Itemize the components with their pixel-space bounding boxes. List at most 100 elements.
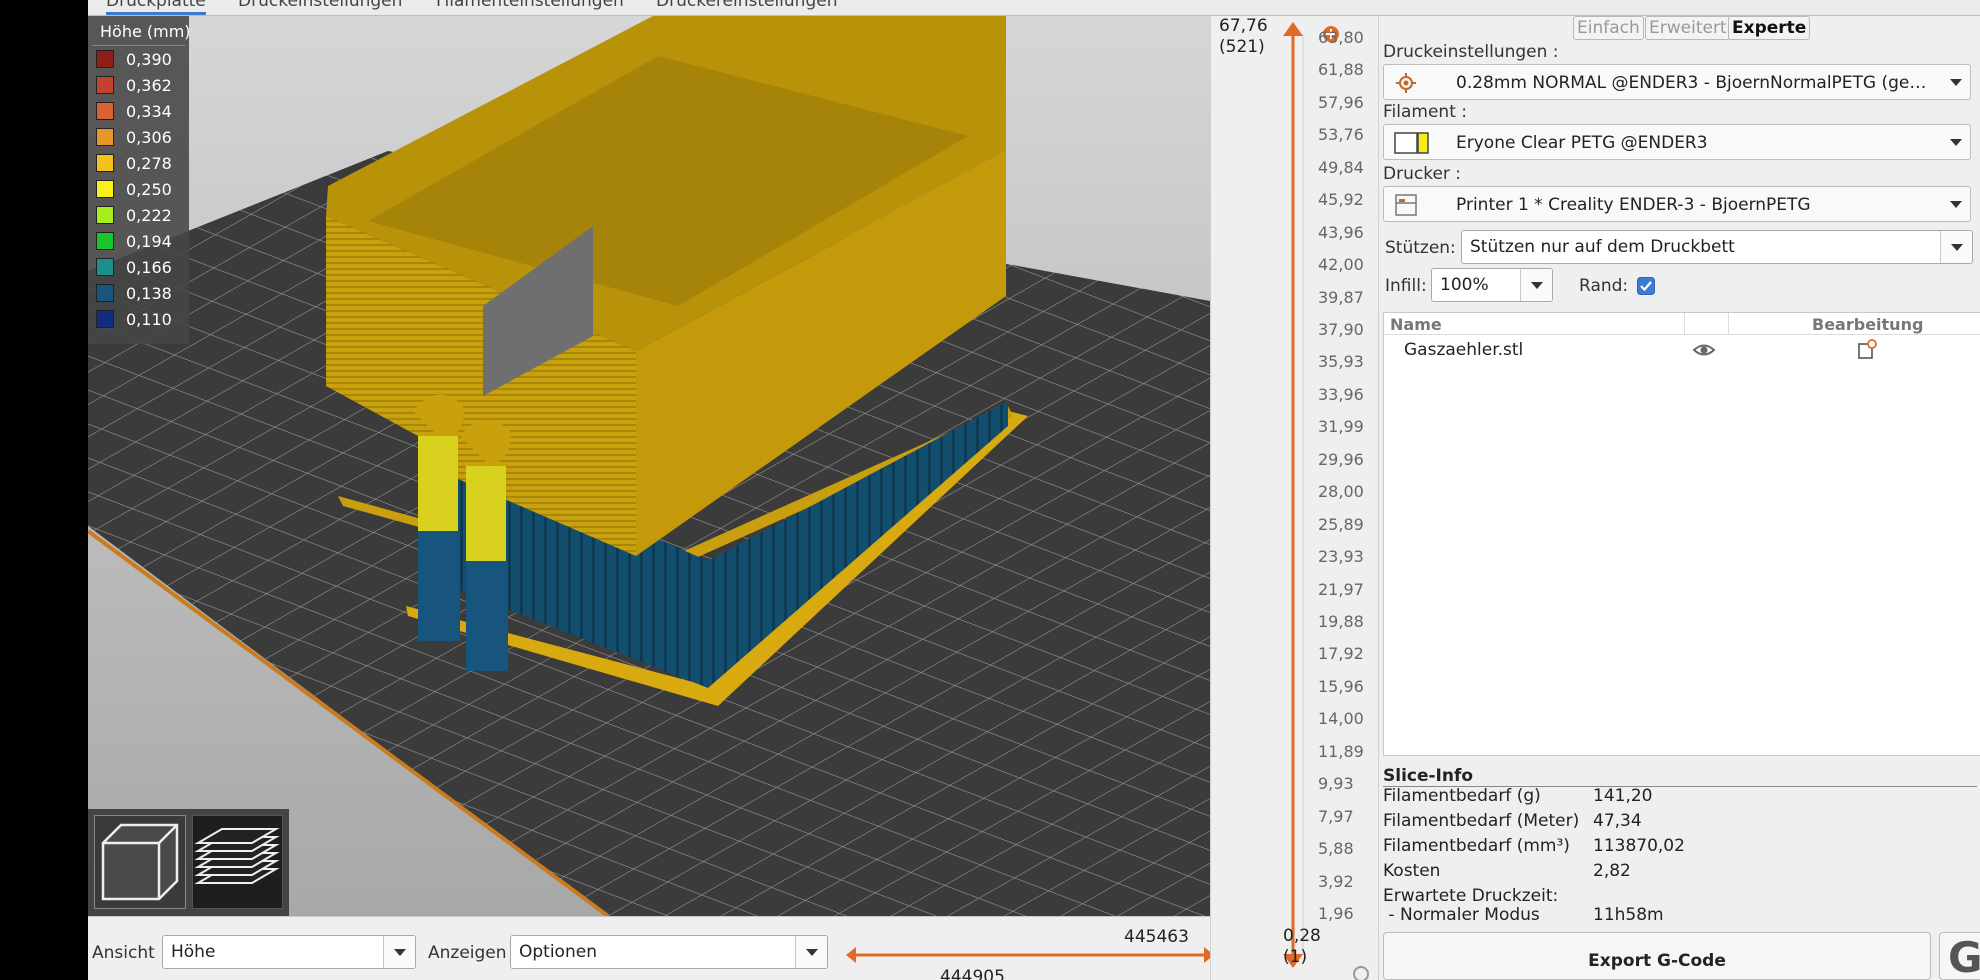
chevron-down-icon[interactable]: [1950, 139, 1962, 146]
tab-filamenteinstellungen[interactable]: Filamenteinstellungen: [436, 0, 624, 11]
mode-simple-button[interactable]: Einfach: [1573, 16, 1644, 40]
chevron-down-icon[interactable]: [1520, 269, 1552, 301]
legend-swatch: [96, 180, 114, 198]
move-slider[interactable]: 445463 444905: [844, 917, 1216, 980]
tab-druckplatte[interactable]: Druckplatte: [106, 0, 206, 15]
legend-value: 0,278: [126, 153, 172, 173]
legend-swatch: [96, 206, 114, 224]
layer-tick-label: 39,87: [1318, 287, 1364, 307]
layer-tick-label: 31,99: [1318, 417, 1364, 437]
column-name[interactable]: Name: [1390, 315, 1442, 334]
send-gcode-button[interactable]: G: [1939, 932, 1980, 980]
layer-tick-label: 14,00: [1318, 709, 1364, 729]
slider-left-thumb-icon: [846, 947, 856, 963]
slice-info-title: Slice-Info: [1383, 766, 1977, 787]
layer-tick-label: 37,90: [1318, 320, 1364, 339]
anzeigen-select[interactable]: Optionen: [510, 935, 828, 969]
supports-select[interactable]: Stützen nur auf dem Druckbett: [1461, 230, 1973, 264]
bottom-bar: Ansicht Höhe Anzeigen Optionen 445463 44…: [88, 916, 1214, 980]
anzeigen-value: Optionen: [519, 942, 597, 962]
layer-tick-label: 9,93: [1318, 774, 1354, 794]
print-settings-value: 0.28mm NORMAL @ENDER3 - BjoernNormalPETG…: [1456, 73, 1932, 93]
printer-icon: [1395, 194, 1417, 216]
supports-label: Stützen:: [1385, 238, 1456, 258]
legend-swatch: [96, 154, 114, 172]
layer-tick-label: 25,89: [1318, 514, 1364, 534]
chevron-down-icon[interactable]: [795, 936, 827, 968]
tab-druckereinstellungen[interactable]: Druckereinstellungen: [656, 0, 837, 11]
chevron-down-icon[interactable]: [1950, 201, 1962, 208]
legend-value: 0,166: [126, 257, 172, 277]
layer-tick-label: 17,92: [1318, 644, 1364, 664]
edit-settings-icon[interactable]: [1856, 339, 1878, 361]
gear-icon: [1396, 73, 1416, 93]
layer-tick-label: 33,96: [1318, 384, 1364, 404]
3d-viewport[interactable]: Höhe (mm) 0,390 0,362 0,334 0,306 0,278 …: [88, 16, 1210, 916]
filament-label: Filament :: [1383, 102, 1467, 122]
cube-icon: [101, 823, 178, 901]
chevron-down-icon[interactable]: [1950, 79, 1962, 86]
print-settings-select[interactable]: 0.28mm NORMAL @ENDER3 - BjoernNormalPETG…: [1383, 64, 1971, 100]
cog-icon: [1353, 966, 1369, 980]
legend-value: 0,362: [126, 75, 172, 95]
layer-slider-panel: 67,76 (521) 63,80 61,88 57,96 53,76 49,84 45,…: [1210, 16, 1378, 980]
infill-label: Infill:: [1385, 276, 1427, 296]
filament-select[interactable]: Eryone Clear PETG @ENDER3: [1383, 124, 1971, 160]
eye-icon[interactable]: [1692, 341, 1716, 359]
slice-info-value: 47,34: [1593, 811, 1642, 831]
infill-select[interactable]: 100%: [1431, 268, 1553, 302]
legend-row: 0,334: [88, 98, 189, 124]
slice-info-key: - Normaler Modus: [1383, 905, 1540, 925]
printer-select[interactable]: Printer 1 * Creality ENDER-3 - BjoernPET…: [1383, 186, 1971, 222]
slice-info-key: Filamentbedarf (Meter): [1383, 811, 1580, 831]
left-black-strip: [0, 0, 88, 980]
move-slider-track[interactable]: [844, 917, 1216, 980]
legend-swatch: [96, 76, 114, 94]
tab-druckeinstellungen[interactable]: Druckeinstellungen: [238, 0, 402, 11]
object-row[interactable]: Gaszaehler.stl: [1384, 337, 1980, 363]
legend-swatch: [96, 232, 114, 250]
layer-tick-label: 23,93: [1318, 547, 1364, 567]
layer-tick-label: 11,89: [1318, 741, 1364, 761]
layer-bottom-height: 0,28 (1): [1283, 926, 1321, 968]
tab-bar: Druckplatte Druckeinstellungen Filamente…: [88, 0, 1980, 16]
slice-info-key: Filamentbedarf (g): [1383, 786, 1541, 806]
column-edit[interactable]: Bearbeitung: [1812, 315, 1923, 334]
layer-tick-label: 35,93: [1318, 352, 1364, 372]
mode-expert-button[interactable]: Experte: [1728, 16, 1811, 40]
legend-swatch: [96, 102, 114, 120]
brim-checkbox[interactable]: [1637, 277, 1655, 295]
legend-title: Höhe (mm): [92, 16, 191, 46]
layer-tick-label: 15,96: [1318, 676, 1364, 696]
slice-info-key: Erwartete Druckzeit:: [1383, 886, 1559, 906]
legend-row: 0,222: [88, 202, 189, 228]
layer-tick-label: 42,00: [1318, 255, 1364, 275]
slice-info-key: Filamentbedarf (mm³): [1383, 836, 1570, 856]
layer-tick-label: 45,92: [1318, 190, 1364, 210]
layer-tick-label: 53,76: [1318, 125, 1364, 145]
layer-tick-label: 3,92: [1318, 871, 1354, 891]
infill-value: 100%: [1440, 275, 1489, 295]
view-preview-button[interactable]: [191, 815, 283, 909]
mode-advanced-button[interactable]: Erweitert: [1645, 16, 1731, 40]
export-gcode-button[interactable]: Export G-Code: [1383, 932, 1931, 980]
view-3d-button[interactable]: [94, 815, 186, 909]
slice-info-value: 2,82: [1593, 861, 1631, 881]
chevron-down-icon[interactable]: [383, 936, 415, 968]
legend-value: 0,194: [126, 231, 172, 251]
slice-info-value: 11h58m: [1593, 905, 1664, 925]
layer-tick-label: 5,88: [1318, 839, 1354, 859]
chevron-down-icon[interactable]: [1940, 231, 1972, 263]
legend-value: 0,222: [126, 205, 172, 225]
layer-tick-label: 49,84: [1318, 157, 1364, 177]
slice-info-value: 113870,02: [1593, 836, 1685, 856]
height-legend: Höhe (mm) 0,390 0,362 0,334 0,306 0,278 …: [88, 16, 191, 344]
ansicht-select[interactable]: Höhe: [162, 935, 416, 969]
view-mode-buttons: [88, 809, 289, 916]
layers-icon: [194, 828, 280, 884]
object-list-header: Name Bearbeitung: [1384, 313, 1980, 335]
gcode-preview-scene: [88, 16, 1210, 916]
layer-bottom-index: (1): [1283, 947, 1308, 967]
legend-value: 0,334: [126, 101, 172, 121]
legend-swatch: [96, 284, 114, 302]
